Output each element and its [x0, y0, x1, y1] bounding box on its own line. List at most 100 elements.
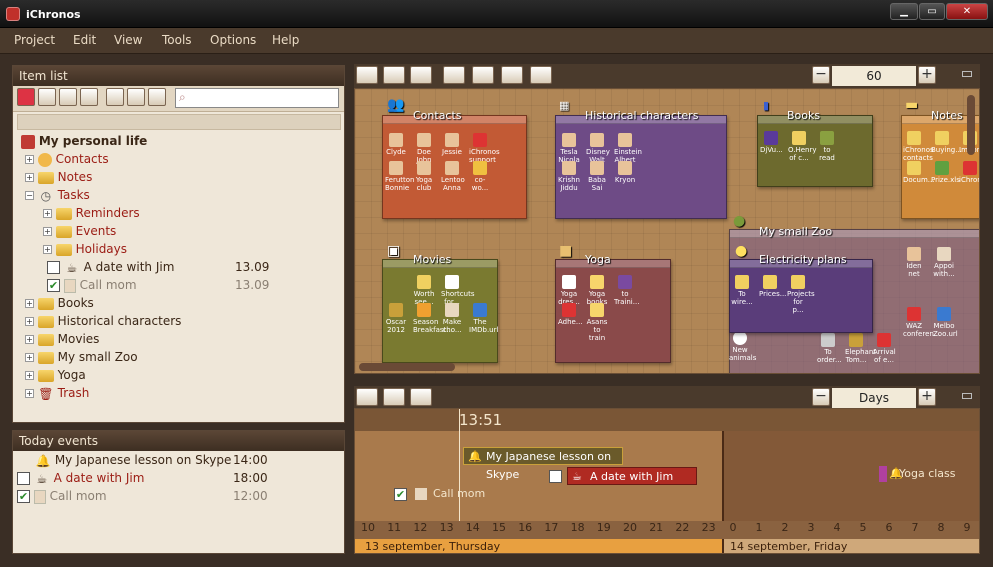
tree-root[interactable]: My personal life	[21, 132, 341, 150]
board-item[interactable]: Krishn Jiddu	[558, 161, 580, 192]
tree-item-contacts[interactable]: + Contacts	[21, 150, 341, 168]
expand-icon[interactable]: +	[43, 227, 52, 236]
expand-icon[interactable]: +	[25, 317, 34, 326]
board-item[interactable]: to Traini...	[614, 275, 639, 306]
expand-icon[interactable]: +	[25, 155, 34, 164]
contact-icon[interactable]	[383, 66, 405, 84]
board-item[interactable]: Kryon	[614, 161, 636, 184]
event-yoga-class[interactable]: 🔔 Yoga class	[877, 465, 961, 483]
open-folder-icon[interactable]	[356, 66, 378, 84]
board-item[interactable]: to read	[816, 131, 838, 162]
board-item[interactable]: Oscar 2012	[385, 303, 407, 334]
expand-icon[interactable]: +	[25, 335, 34, 344]
maximize-button[interactable]: ▭	[919, 3, 945, 20]
board-item[interactable]: Shortcuts for...	[441, 275, 474, 306]
menu-tools[interactable]: Tools	[162, 33, 192, 47]
board-item[interactable]: To wire...	[731, 275, 753, 306]
board-item[interactable]: Docum...	[903, 161, 934, 184]
board-item[interactable]: Appoi with...	[933, 247, 955, 278]
task-filter-icon[interactable]	[80, 88, 98, 106]
zoom-in-button[interactable]: +	[918, 66, 936, 84]
board-item[interactable]: O.Henry of c...	[788, 131, 816, 162]
task-checkbox[interactable]	[47, 261, 60, 274]
today-event-row[interactable]: ✔ Call mom 12:00	[17, 487, 335, 505]
tree-item-events[interactable]: + Events	[21, 222, 341, 240]
board-item[interactable]: Arrival of e...	[873, 333, 896, 364]
board-item[interactable]: co-wo...	[469, 161, 491, 192]
board-item[interactable]: The IMDb.url	[469, 303, 498, 334]
search-input[interactable]: ⌕	[175, 88, 339, 108]
board-item[interactable]: Jessie	[441, 133, 463, 156]
view-week-icon[interactable]	[383, 388, 405, 406]
board-item[interactable]: Disney Walt	[586, 133, 610, 164]
board-item[interactable]: Yoga books	[586, 275, 608, 306]
view-month-icon[interactable]	[410, 388, 432, 406]
board-item[interactable]: Elephant Tom...	[845, 333, 876, 364]
board-item[interactable]: Melbo Zoo.url	[933, 307, 958, 338]
event-date-with-jim[interactable]: ☕ A date with Jim	[567, 467, 697, 485]
menu-view[interactable]: View	[114, 33, 142, 47]
board-item[interactable]: Adhe...	[558, 303, 583, 326]
board-item[interactable]: Baba Sai	[586, 161, 608, 192]
panel-minimize-icon[interactable]	[962, 393, 972, 399]
board-item[interactable]: Asans to train	[586, 303, 608, 342]
clock-filter-icon[interactable]	[106, 88, 124, 106]
board-item[interactable]: DjVu...	[760, 131, 783, 154]
tree-item-holidays[interactable]: + Holidays	[21, 240, 341, 258]
menu-project[interactable]: Project	[14, 33, 55, 47]
tree-item-trash[interactable]: + 🗑 Trash	[21, 384, 341, 402]
event-checkbox-checked[interactable]: ✔	[394, 488, 407, 501]
board-item[interactable]: To order...	[817, 333, 842, 364]
minimize-button[interactable]: ▁	[890, 3, 918, 20]
archive-filter-icon[interactable]	[148, 88, 166, 106]
board-item[interactable]: Tesla Nicola	[558, 133, 580, 164]
note-icon[interactable]	[410, 66, 432, 84]
scale-increase-button[interactable]: +	[918, 388, 936, 406]
board-item[interactable]: Projects for p...	[787, 275, 815, 314]
task-checkbox-checked[interactable]: ✔	[47, 279, 60, 292]
panel-minimize-icon[interactable]	[962, 71, 972, 77]
board-item[interactable]: iChronos...	[959, 161, 979, 184]
contact-filter-icon[interactable]	[38, 88, 56, 106]
expand-icon[interactable]: +	[43, 245, 52, 254]
board-item[interactable]: Yoga dres...	[558, 275, 580, 306]
board-item[interactable]: Einstein Albert	[614, 133, 642, 164]
phone-icon[interactable]	[530, 66, 552, 84]
view-day-icon[interactable]	[356, 388, 378, 406]
event-checkbox-checked[interactable]: ✔	[17, 490, 30, 503]
tree-item-books[interactable]: + Books	[21, 294, 341, 312]
board-item[interactable]: Season Breakfast...	[413, 303, 453, 334]
board-item[interactable]: WAZ conferen...	[903, 307, 940, 338]
board-vertical-scrollbar[interactable]	[967, 95, 975, 155]
expand-icon[interactable]: +	[25, 371, 34, 380]
tree-item-call-mom[interactable]: ✔ Call mom 13.09	[21, 276, 341, 294]
board-item[interactable]: Worth see...	[413, 275, 435, 306]
board-item[interactable]: Yoga club	[413, 161, 435, 192]
today-event-row[interactable]: ☕ A date with Jim 18:00	[17, 469, 335, 487]
bell-icon[interactable]	[443, 66, 465, 84]
group-historical-characters[interactable]	[555, 115, 727, 219]
expand-icon[interactable]: +	[25, 389, 34, 398]
event-checkbox[interactable]	[17, 472, 30, 485]
board-item[interactable]: Make cho...	[441, 303, 463, 334]
timeline-scale[interactable]: Days	[832, 388, 916, 408]
board-item[interactable]: Iden net	[903, 247, 925, 278]
today-event-row[interactable]: 🔔 My Japanese lesson on Skype 14:00	[35, 451, 335, 469]
tree-item-reminders[interactable]: + Reminders	[21, 204, 341, 222]
board-item[interactable]: iChronos support	[469, 133, 500, 164]
flag-filter-icon[interactable]	[127, 88, 145, 106]
tree-item-notes[interactable]: + Notes	[21, 168, 341, 186]
note-filter-icon[interactable]	[59, 88, 77, 106]
expand-icon[interactable]: +	[25, 299, 34, 308]
list-view-icon[interactable]	[17, 88, 35, 106]
menu-options[interactable]: Options	[210, 33, 256, 47]
tree-item-tasks[interactable]: − ◷ Tasks	[21, 186, 341, 204]
board-horizontal-scrollbar[interactable]	[359, 363, 455, 371]
menu-help[interactable]: Help	[272, 33, 299, 47]
event-japanese-lesson[interactable]: 🔔 My Japanese lesson on Skype	[463, 447, 623, 481]
tree-item-zoo[interactable]: + My small Zoo	[21, 348, 341, 366]
tree-item-yoga[interactable]: + Yoga	[21, 366, 341, 384]
coffee-icon[interactable]	[501, 66, 523, 84]
expand-icon[interactable]: +	[25, 173, 34, 182]
zoom-out-button[interactable]: −	[812, 66, 830, 84]
